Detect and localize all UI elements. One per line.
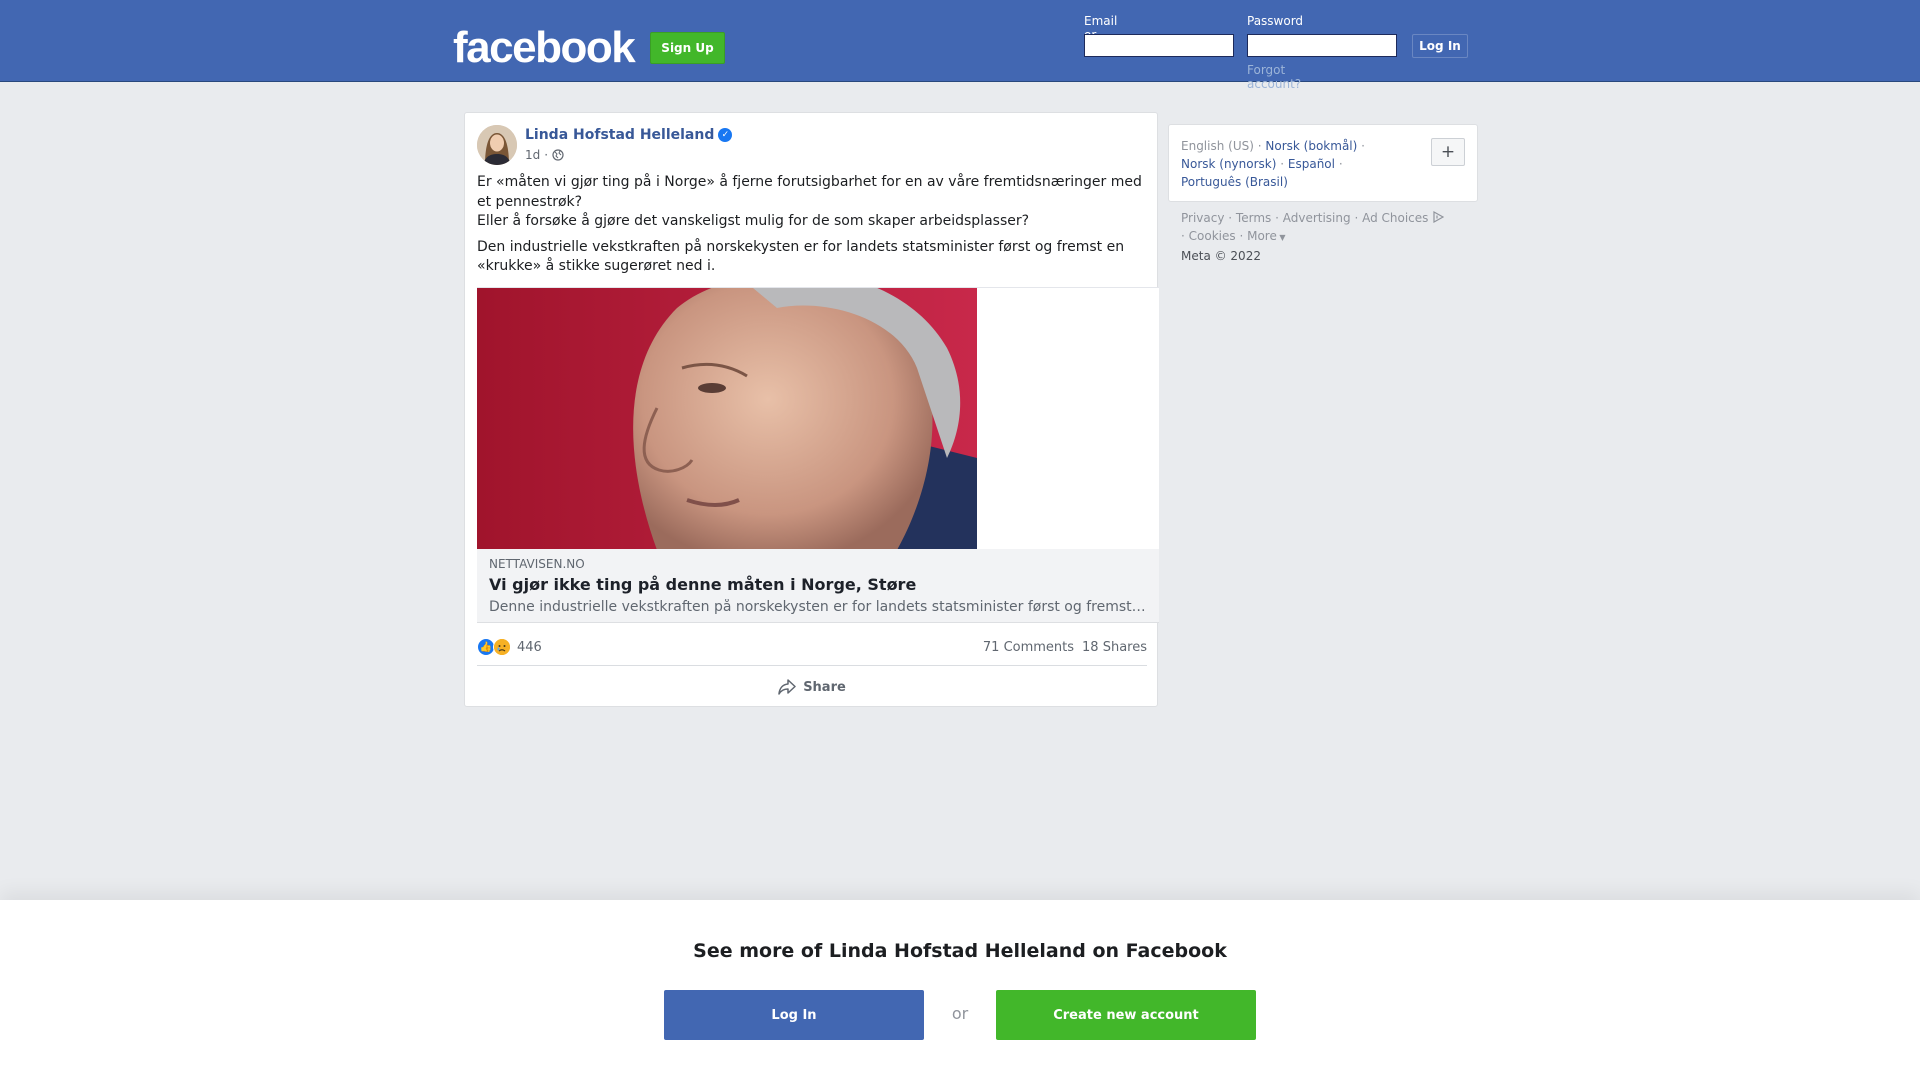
footer-more-link[interactable]: More ▼ <box>1247 229 1285 243</box>
create-new-account-button[interactable]: Create new account <box>996 990 1256 1040</box>
language-norsk-bokmal[interactable]: Norsk (bokmål) <box>1265 139 1357 153</box>
language-current: English (US) <box>1181 139 1254 153</box>
globe-icon <box>552 149 564 161</box>
sad-face-icon <box>493 638 511 656</box>
comments-count-link[interactable]: 71 Comments <box>983 640 1074 655</box>
link-title: Vi gjør ikke ting på denne måten i Norge… <box>489 575 917 594</box>
author-name-link[interactable]: Linda Hofstad Helleland ✓ <box>525 127 733 143</box>
password-label: Password <box>1247 14 1304 28</box>
language-list: English (US) · Norsk (bokmål) · Norsk (n… <box>1181 139 1365 189</box>
footer-more-label: More <box>1247 229 1277 243</box>
log-in-button[interactable]: Log In <box>1412 34 1468 58</box>
password-field[interactable] <box>1247 34 1397 57</box>
login-prompt-banner: See more of Linda Hofstad Helleland on F… <box>0 900 1920 1080</box>
share-label: Share <box>803 679 846 695</box>
footer-terms-link[interactable]: Terms <box>1236 211 1271 225</box>
post-paragraph: Er «måten vi gjør ting på i Norge» å fje… <box>477 174 1142 210</box>
shares-count-link[interactable]: 18 Shares <box>1082 640 1147 655</box>
post-paragraph: Den industrielle vekstkraften på norskek… <box>477 238 1125 275</box>
ad-choices-label: Ad Choices <box>1362 211 1429 225</box>
link-preview[interactable]: NETTAVISEN.NO Vi gjør ikke ting på denne… <box>477 272 1159 623</box>
link-description: Denne industrielle vekstkraften på norsk… <box>489 599 1147 615</box>
verified-badge-icon: ✓ <box>718 128 733 142</box>
facebook-logo[interactable]: facebook <box>453 26 636 70</box>
ad-choices-icon <box>1433 211 1445 223</box>
sign-up-button[interactable]: Sign Up <box>650 32 725 64</box>
author-name: Linda Hofstad Helleland <box>525 127 715 143</box>
avatar[interactable] <box>477 125 517 165</box>
post-meta: 1d · <box>525 148 564 162</box>
banner-title: See more of Linda Hofstad Helleland on F… <box>693 940 1227 962</box>
post-paragraph: Eller å forsøke å gjøre det vanskeligst … <box>477 213 1030 229</box>
language-selector: English (US) · Norsk (bokmål) · Norsk (n… <box>1168 124 1478 202</box>
copyright: Meta © 2022 <box>1181 249 1261 263</box>
post-timestamp[interactable]: 1d <box>525 148 540 162</box>
divider <box>477 665 1147 666</box>
top-bar: facebook Sign Up Email or phone Password… <box>0 0 1920 91</box>
footer-links: Privacy · Terms · Advertising · Ad Choic… <box>1181 209 1481 265</box>
more-languages-button[interactable]: + <box>1431 138 1465 166</box>
post-card: Linda Hofstad Helleland ✓ 1d · Er «måten… <box>464 112 1159 707</box>
share-arrow-icon <box>778 679 796 695</box>
link-preview-image[interactable] <box>477 272 1159 550</box>
post-text: Er «måten vi gjør ting på i Norge» å fje… <box>477 173 1147 282</box>
footer-cookies-link[interactable]: Cookies <box>1189 229 1236 243</box>
footer-advertising-link[interactable]: Advertising <box>1283 211 1351 225</box>
email-field[interactable] <box>1084 34 1234 57</box>
forgot-account-link[interactable]: Forgot account? <box>1247 63 1301 91</box>
stats-right: 71 Comments 18 Shares <box>983 640 1147 655</box>
footer-privacy-link[interactable]: Privacy <box>1181 211 1224 225</box>
post-stats: 👍 446 71 Comments 18 Shares <box>477 637 1147 657</box>
caret-down-icon: ▼ <box>1276 233 1286 242</box>
banner-or-text: or <box>951 1004 969 1023</box>
share-button[interactable]: Share <box>477 671 1147 703</box>
footer-ad-choices-link[interactable]: Ad Choices <box>1362 211 1445 225</box>
language-espanol[interactable]: Español <box>1288 157 1335 171</box>
language-portugues-brasil[interactable]: Português (Brasil) <box>1181 175 1288 189</box>
language-norsk-nynorsk[interactable]: Norsk (nynorsk) <box>1181 157 1276 171</box>
reactions-summary[interactable]: 👍 446 <box>477 638 542 656</box>
banner-log-in-button[interactable]: Log In <box>664 990 924 1040</box>
link-preview-info[interactable]: NETTAVISEN.NO Vi gjør ikke ting på denne… <box>477 549 1159 623</box>
reaction-count: 446 <box>517 639 542 655</box>
link-domain: NETTAVISEN.NO <box>489 557 585 571</box>
